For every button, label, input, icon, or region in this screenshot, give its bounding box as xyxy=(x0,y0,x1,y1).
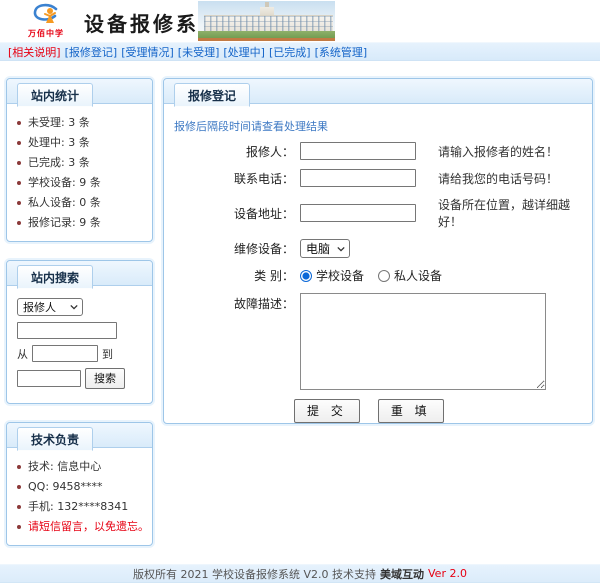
radio-private-device[interactable] xyxy=(378,270,390,282)
device-select[interactable]: 电脑 xyxy=(300,239,350,258)
nav-item-in-progress[interactable]: [处理中] xyxy=(223,44,265,60)
repair-note: 报修后隔段时间请查看处理结果 xyxy=(164,104,592,134)
reporter-label: 报修人： xyxy=(164,143,294,160)
phone-input[interactable] xyxy=(300,169,416,187)
stat-private-devices: 私人设备: 0 条 xyxy=(17,193,146,213)
main-panel-header: 报修登记 xyxy=(164,79,592,104)
reporter-input[interactable] xyxy=(300,142,416,160)
search-keyword-input[interactable] xyxy=(17,322,117,339)
stat-school-devices: 学校设备: 9 条 xyxy=(17,173,146,193)
logo-icon xyxy=(23,2,69,26)
nav-item-instructions[interactable]: [相关说明] xyxy=(8,44,61,60)
stats-box-header: 站内统计 xyxy=(7,79,152,104)
nav-item-acceptance-status[interactable]: [受理情况] xyxy=(121,44,174,60)
submit-button[interactable]: 提 交 xyxy=(294,399,360,423)
device-select-value: 电脑 xyxy=(306,240,330,257)
search-box: 站内搜索 报修人 从 到 搜索 xyxy=(6,260,153,404)
category-label: 类 别： xyxy=(164,267,294,284)
form-row-reporter: 报修人： 请输入报修者的姓名！ xyxy=(164,142,592,160)
bullet-icon xyxy=(17,161,21,165)
category-options: 学校设备 私人设备 xyxy=(300,267,452,284)
bullet-icon xyxy=(17,181,21,185)
stat-not-accepted: 未受理: 3 条 xyxy=(17,113,146,133)
search-to-label: 到 xyxy=(102,346,113,362)
nav-item-repair-register[interactable]: [报修登记] xyxy=(65,44,118,60)
bullet-icon xyxy=(17,201,21,205)
address-input[interactable] xyxy=(300,204,416,222)
search-button[interactable]: 搜索 xyxy=(85,368,125,389)
chevron-down-icon xyxy=(70,303,78,311)
tab-repair-register[interactable]: 报修登记 xyxy=(174,83,250,107)
stat-in-progress: 处理中: 3 条 xyxy=(17,133,146,153)
tech-contact: 技术: 信息中心 xyxy=(17,457,146,477)
address-label: 设备地址： xyxy=(164,205,294,222)
form-row-category: 类 别： 学校设备 私人设备 xyxy=(164,267,592,284)
nav-item-not-accepted[interactable]: [未受理] xyxy=(178,44,220,60)
stats-list: 未受理: 3 条 处理中: 3 条 已完成: 3 条 学校设备: 9 条 私人设… xyxy=(7,104,152,241)
sidebar: 站内统计 未受理: 3 条 处理中: 3 条 已完成: 3 条 学校设备: 9 … xyxy=(6,78,153,564)
tech-list: 技术: 信息中心 QQ: 9458**** 手机: 132****8341 请短… xyxy=(7,448,152,545)
copyright-text: 版权所有 2021 学校设备报修系统 V2.0 技术支持 xyxy=(133,566,376,582)
tech-title: 技术负责 xyxy=(17,427,93,451)
search-form: 报修人 从 到 搜索 xyxy=(7,286,152,403)
description-textarea[interactable] xyxy=(300,293,546,390)
radio-private-label: 私人设备 xyxy=(394,267,442,284)
reset-button[interactable]: 重 填 xyxy=(378,399,444,423)
radio-school-device[interactable] xyxy=(300,270,312,282)
device-label: 维修设备： xyxy=(164,240,294,257)
nav-item-completed[interactable]: [已完成] xyxy=(269,44,311,60)
tech-qq: QQ: 9458**** xyxy=(17,477,146,497)
search-from-label: 从 xyxy=(17,346,28,362)
tech-phone: 手机: 132****8341 xyxy=(17,497,146,517)
phone-hint: 请给我您的电话号码！ xyxy=(438,170,558,187)
form-row-description: 故障描述： xyxy=(164,293,592,390)
phone-label: 联系电话： xyxy=(164,170,294,187)
nav-item-system-admin[interactable]: [系统管理] xyxy=(315,44,368,60)
stat-completed: 已完成: 3 条 xyxy=(17,153,146,173)
bullet-icon xyxy=(17,141,21,145)
logo-text: 万佰中学 xyxy=(16,28,76,39)
search-type-select[interactable]: 报修人 xyxy=(17,298,83,316)
school-logo: 万佰中学 xyxy=(16,2,76,39)
stats-title: 站内统计 xyxy=(17,83,93,107)
school-photo xyxy=(198,1,335,41)
stats-box: 站内统计 未受理: 3 条 处理中: 3 条 已完成: 3 条 学校设备: 9 … xyxy=(6,78,153,242)
bullet-icon xyxy=(17,485,21,489)
search-to-input[interactable] xyxy=(17,370,81,387)
nav-bar: [相关说明] [报修登记] [受理情况] [未受理] [处理中] [已完成] [… xyxy=(0,42,600,61)
form-row-device: 维修设备： 电脑 xyxy=(164,239,592,258)
search-box-header: 站内搜索 xyxy=(7,261,152,286)
form-row-address: 设备地址： 设备所在位置，越详细越好！ xyxy=(164,196,592,230)
form-buttons: 提 交 重 填 xyxy=(294,399,592,423)
stat-repair-records: 报修记录: 9 条 xyxy=(17,213,146,233)
reporter-hint: 请输入报修者的姓名！ xyxy=(438,143,558,160)
bullet-icon xyxy=(17,505,21,509)
bullet-icon xyxy=(17,525,21,529)
form-row-phone: 联系电话： 请给我您的电话号码！ xyxy=(164,169,592,187)
main-panel: 报修登记 报修后隔段时间请查看处理结果 报修人： 请输入报修者的姓名！ 联系电话… xyxy=(163,78,593,424)
description-label: 故障描述： xyxy=(164,293,294,312)
address-hint: 设备所在位置，越详细越好！ xyxy=(438,196,592,230)
bullet-icon xyxy=(17,221,21,225)
page: 万佰中学 设备报修系统 [相关说明] [报修登记] [受理情况] [未受理] [… xyxy=(0,0,600,433)
search-type-value: 报修人 xyxy=(23,299,56,315)
tech-warning: 请短信留言，以免遗忘。 xyxy=(17,517,146,537)
search-title: 站内搜索 xyxy=(17,265,93,289)
content: 站内统计 未受理: 3 条 处理中: 3 条 已完成: 3 条 学校设备: 9 … xyxy=(0,61,600,564)
bullet-icon xyxy=(17,121,21,125)
tech-box-header: 技术负责 xyxy=(7,423,152,448)
tech-box: 技术负责 技术: 信息中心 QQ: 9458**** 手机: 132****83… xyxy=(6,422,153,546)
radio-school-label: 学校设备 xyxy=(316,267,364,284)
footer: 版权所有 2021 学校设备报修系统 V2.0 技术支持 美域互动 Ver 2.… xyxy=(0,564,600,583)
footer-brand: 美域互动 xyxy=(380,566,424,582)
bullet-icon xyxy=(17,465,21,469)
footer-version: Ver 2.0 xyxy=(428,567,467,580)
search-from-input[interactable] xyxy=(32,345,98,362)
header: 万佰中学 设备报修系统 xyxy=(0,0,600,42)
chevron-down-icon xyxy=(337,245,345,253)
repair-form: 报修人： 请输入报修者的姓名！ 联系电话： 请给我您的电话号码！ 设备地址： 设… xyxy=(164,134,592,423)
